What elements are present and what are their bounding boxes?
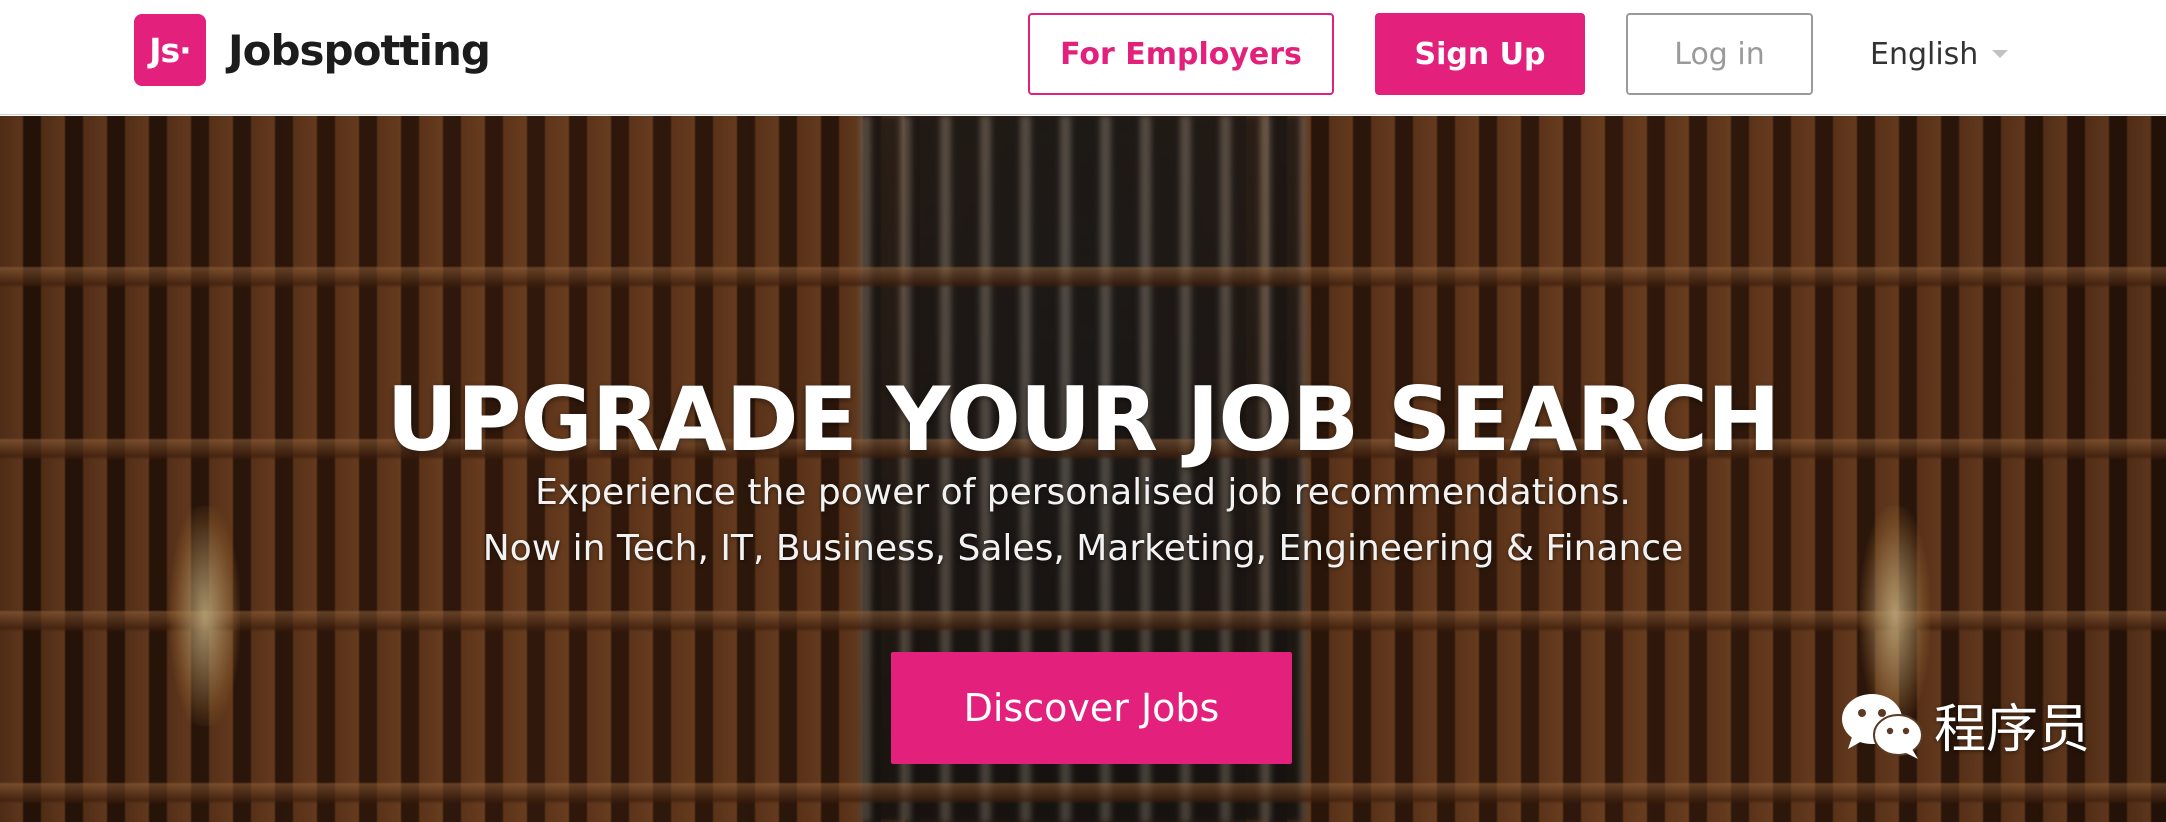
wechat-icon [1842,693,1923,759]
hero-subtitle-line2: Now in Tech, IT, Business, Sales, Market… [482,528,1684,569]
sign-up-button[interactable]: Sign Up [1375,13,1585,95]
for-employers-button[interactable]: For Employers [1028,13,1334,95]
top-nav: Js· Jobspotting For Employers Sign Up Lo… [0,0,2166,115]
language-selector[interactable]: English [1870,13,2009,95]
discover-jobs-button[interactable]: Discover Jobs [891,652,1292,764]
log-in-button[interactable]: Log in [1626,13,1813,95]
language-label: English [1870,36,1979,72]
watermark-text: 程序员 [1934,700,2091,760]
hero-section: UPGRADE YOUR JOB SEARCH Experience the p… [0,116,2166,822]
hero-title: UPGRADE YOUR JOB SEARCH [386,368,1781,471]
brand-name: Jobspotting [228,25,491,75]
watermark: 程序员 [1838,687,2090,762]
chevron-down-icon [1992,50,2009,58]
logo-mark-icon: Js· [134,14,206,86]
hero-subtitle-line1: Experience the power of personalised job… [535,472,1631,513]
brand-logo[interactable]: Js· Jobspotting [134,14,491,86]
